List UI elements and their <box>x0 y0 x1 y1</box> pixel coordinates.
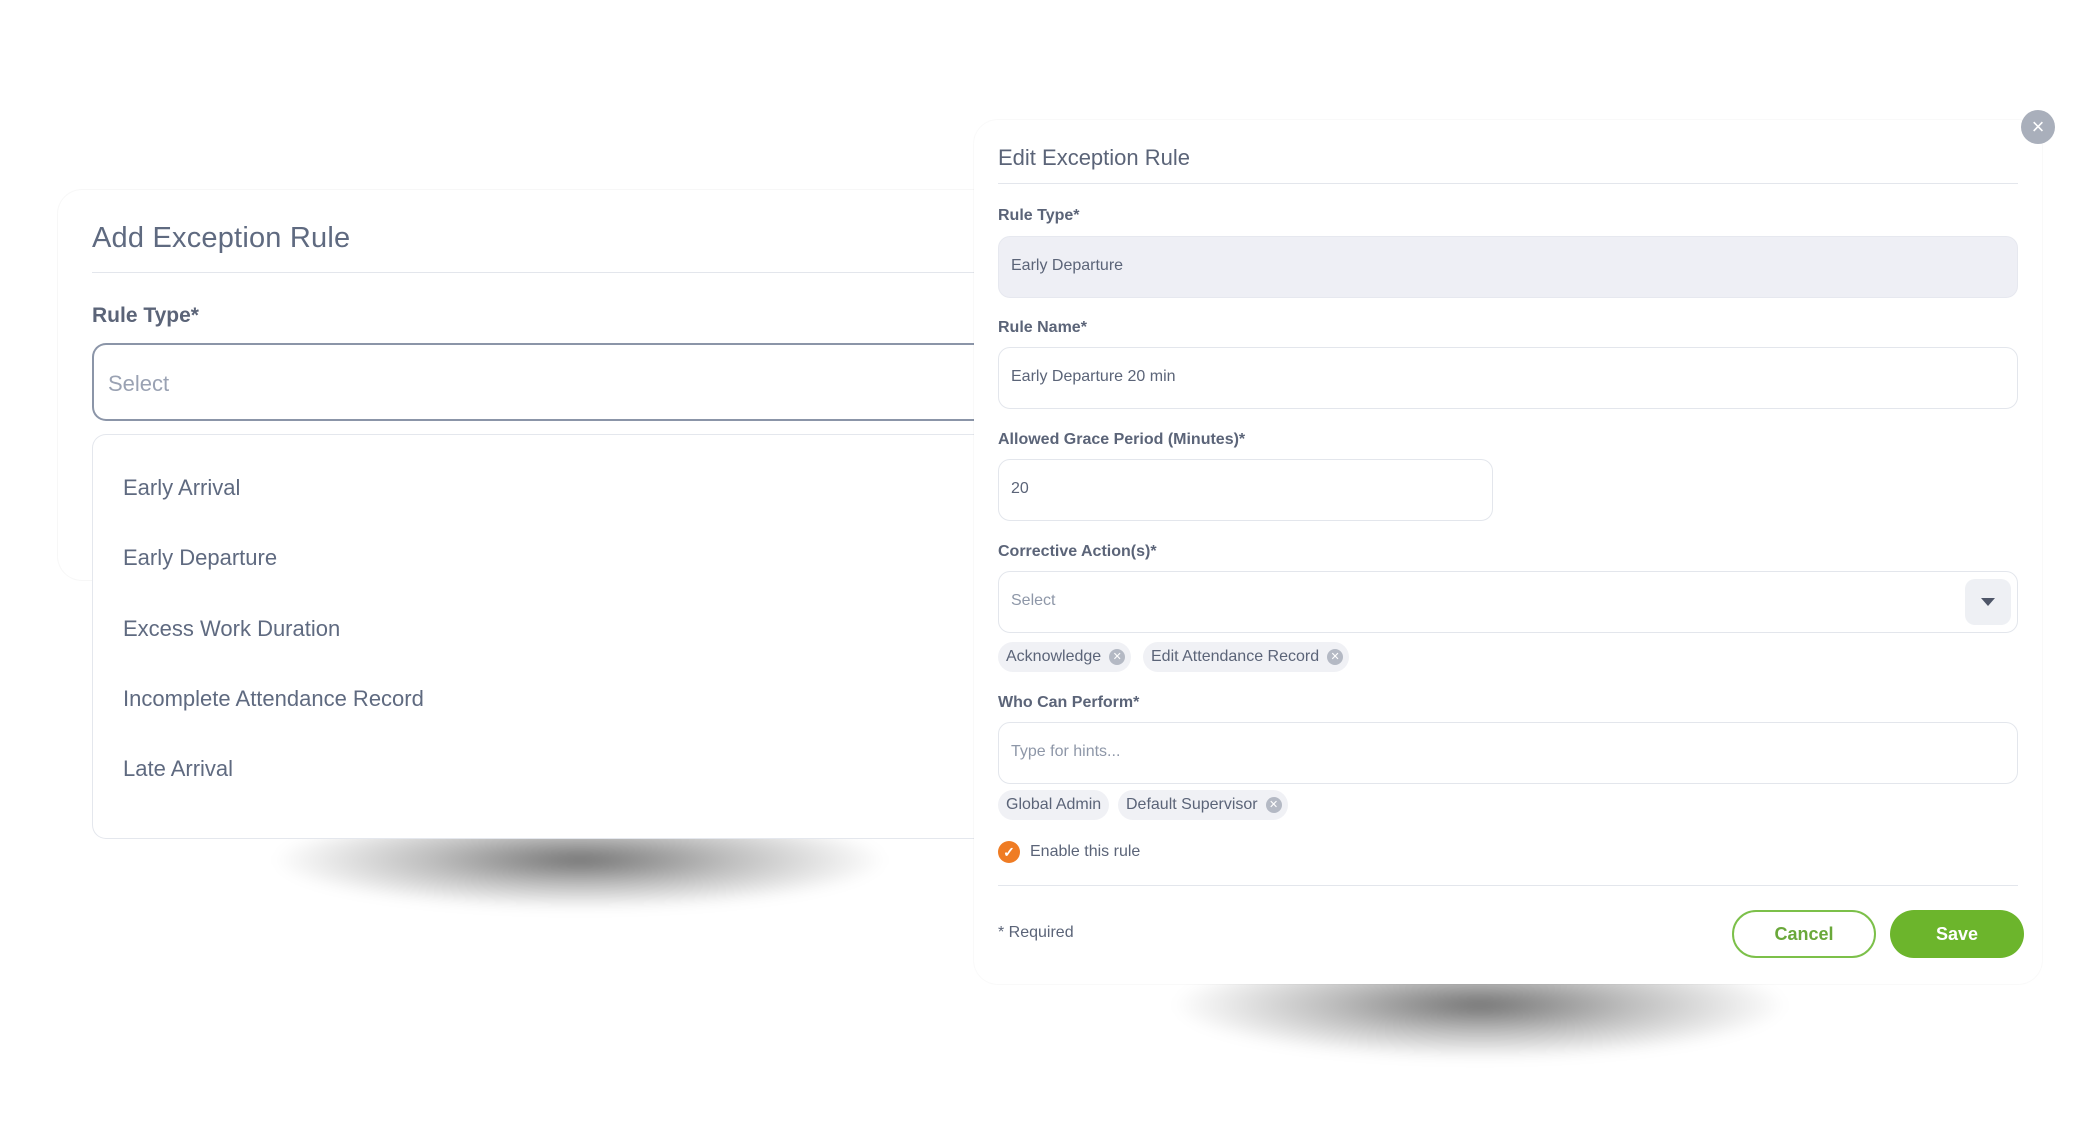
chip-global-admin: Global Admin <box>998 790 1110 820</box>
grace-period-label: Allowed Grace Period (Minutes)* <box>998 431 1246 448</box>
option-late-arrival[interactable]: Late Arrival <box>123 756 233 782</box>
add-modal-title: Add Exception Rule <box>92 222 351 254</box>
caret-down-icon <box>1981 598 1995 606</box>
rule-name-value: Early Departure 20 min <box>1011 368 1176 385</box>
add-rule-type-select[interactable]: Select <box>92 343 1032 421</box>
remove-chip-icon[interactable]: ✕ <box>1327 649 1344 665</box>
who-can-perform-label: Who Can Perform* <box>998 694 1140 711</box>
rule-name-input[interactable]: Early Departure 20 min <box>998 347 2018 409</box>
grace-period-input[interactable]: 20 <box>998 459 1493 521</box>
corrective-actions-select[interactable]: Select <box>998 571 2018 633</box>
chip-acknowledge: Acknowledge ✕ <box>998 642 1132 672</box>
rule-type-value: Early Departure <box>1011 257 1124 274</box>
add-rule-type-placeholder: Select <box>108 371 170 396</box>
required-note: * Required <box>998 924 1074 941</box>
rule-name-label: Rule Name* <box>998 319 1087 336</box>
corrective-actions-label: Corrective Action(s)* <box>998 543 1157 560</box>
grace-period-value: 20 <box>1011 480 1029 497</box>
option-early-departure[interactable]: Early Departure <box>123 545 277 571</box>
remove-chip-icon[interactable]: ✕ <box>1265 797 1282 813</box>
enable-rule-label: Enable this rule <box>1030 843 1141 860</box>
edit-modal-title-divider <box>998 183 2018 184</box>
close-icon[interactable]: × <box>2021 110 2055 144</box>
chip-label: Edit Attendance Record <box>1151 648 1320 665</box>
option-excess-work-duration[interactable]: Excess Work Duration <box>123 616 340 642</box>
dropdown-toggle-button[interactable] <box>1965 579 2011 625</box>
corrective-actions-placeholder: Select <box>1011 592 1056 609</box>
enable-rule-checkbox[interactable]: ✓ <box>998 841 1020 863</box>
option-early-arrival[interactable]: Early Arrival <box>123 475 240 501</box>
add-modal-divider <box>92 272 1032 273</box>
chip-label: Global Admin <box>1006 796 1102 813</box>
rule-type-field: Early Departure <box>998 236 2018 298</box>
chip-label: Acknowledge <box>1006 648 1102 665</box>
add-rule-type-label: Rule Type* <box>92 304 199 327</box>
footer-divider <box>998 885 2018 886</box>
chip-default-supervisor: Default Supervisor ✕ <box>1118 790 1288 820</box>
rule-type-dropdown-list: Early Arrival Early Departure Excess Wor… <box>92 434 1032 839</box>
option-incomplete-attendance-record[interactable]: Incomplete Attendance Record <box>123 686 424 712</box>
remove-chip-icon[interactable]: ✕ <box>1109 649 1126 665</box>
edit-modal-title: Edit Exception Rule <box>998 145 1190 170</box>
chip-edit-attendance-record: Edit Attendance Record ✕ <box>1143 642 1350 672</box>
cancel-button[interactable]: Cancel <box>1732 910 1876 958</box>
chip-label: Default Supervisor <box>1126 796 1258 813</box>
save-button[interactable]: Save <box>1890 910 2024 958</box>
rule-type-label: Rule Type* <box>998 207 1080 224</box>
who-can-perform-placeholder: Type for hints... <box>1011 743 1121 760</box>
who-can-perform-input[interactable]: Type for hints... <box>998 722 2018 784</box>
